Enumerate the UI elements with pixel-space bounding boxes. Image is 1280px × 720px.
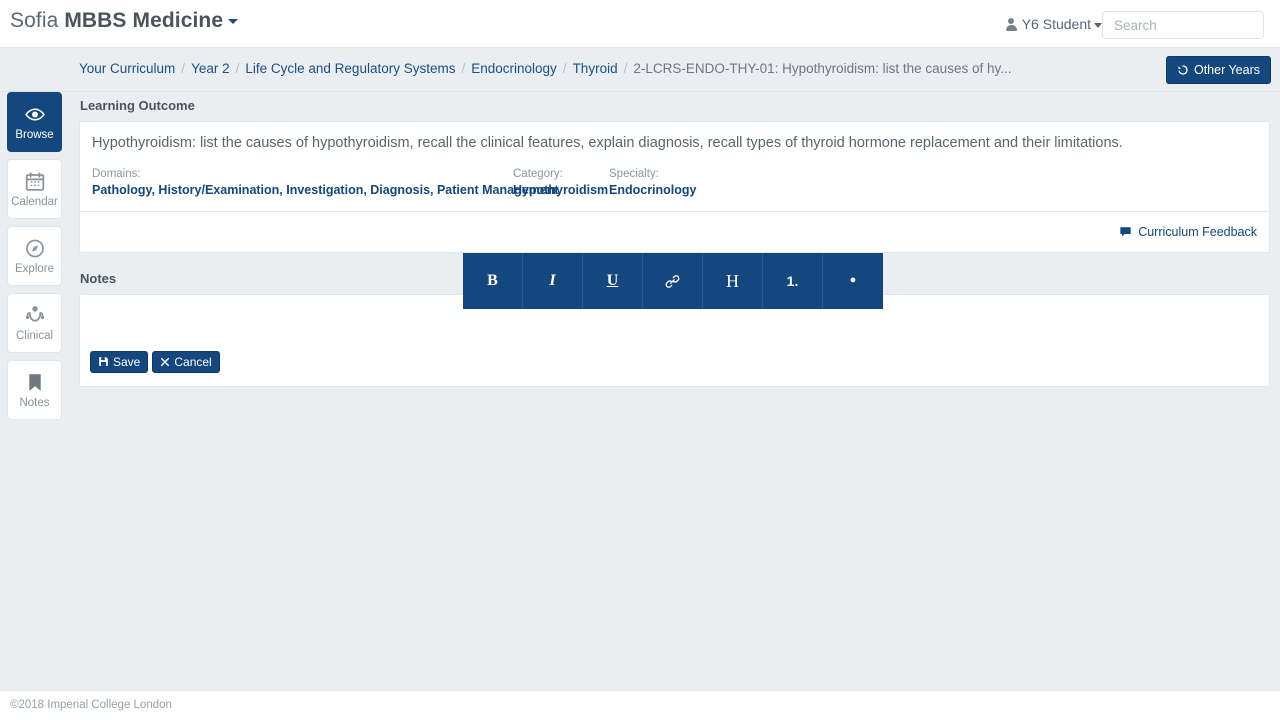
breadcrumb-item-year-2[interactable]: Year 2: [191, 61, 230, 76]
comment-icon: [1120, 227, 1131, 237]
search-input[interactable]: [1102, 11, 1264, 39]
bold-button[interactable]: B: [463, 253, 523, 309]
underline-button[interactable]: U: [583, 253, 643, 309]
heading-button[interactable]: H: [703, 253, 763, 309]
sidebar-item-label: Calendar: [11, 195, 58, 208]
editor-toolbar: B I U H 1. •: [463, 253, 883, 309]
sidebar-item-label: Browse: [15, 128, 54, 141]
sidebar-item-label: Clinical: [15, 329, 54, 342]
cancel-button[interactable]: Cancel: [152, 350, 220, 373]
learning-outcome-meta: Domains: Pathology, History/Examination,…: [92, 168, 1257, 197]
unordered-list-button[interactable]: •: [823, 253, 883, 309]
learning-outcome-card: Hypothyroidism: list the causes of hypot…: [79, 121, 1270, 253]
breadcrumb-current: 2-LCRS-ENDO-THY-01: Hypothyroidism: list…: [633, 61, 1012, 76]
breadcrumb-separator: /: [181, 61, 186, 76]
specialty-label: Specialty:: [609, 167, 659, 180]
ordered-list-button[interactable]: 1.: [763, 253, 823, 309]
eye-icon: [24, 108, 45, 120]
sidebar-item-browse[interactable]: Browse: [7, 92, 62, 152]
breadcrumb-item-life-cycle-and-regulatory-systems[interactable]: Life Cycle and Regulatory Systems: [245, 61, 455, 76]
compass-icon: [25, 239, 44, 257]
user-icon: [1005, 18, 1017, 31]
chevron-down-icon: [1094, 22, 1102, 28]
breadcrumb-separator: /: [562, 61, 567, 76]
curriculum-feedback-label: Curriculum Feedback: [1138, 224, 1257, 239]
brand-name: MBBS Medicine: [64, 9, 224, 32]
save-label: Save: [113, 354, 141, 369]
domains-value[interactable]: Pathology, History/Examination, Investig…: [92, 183, 559, 197]
user-menu[interactable]: Y6 Student: [1005, 16, 1102, 32]
sidebar-item-label: Explore: [15, 262, 54, 275]
copyright-text: ©2018 Imperial College London: [10, 699, 172, 711]
other-years-label: Other Years: [1193, 63, 1260, 77]
sidebar-item-clinical[interactable]: Clinical: [7, 293, 62, 353]
learning-outcome-text: Hypothyroidism: list the causes of hypot…: [92, 135, 1123, 151]
bookmark-icon: [28, 373, 41, 391]
cancel-label: Cancel: [174, 354, 212, 369]
learning-outcome-title: Learning Outcome: [80, 98, 195, 113]
sidebar-item-notes[interactable]: Notes: [7, 360, 62, 420]
times-icon: [161, 357, 170, 366]
breadcrumb-item-endocrinology[interactable]: Endocrinology: [471, 61, 557, 76]
domains-block: Domains: Pathology, History/Examination,…: [92, 167, 559, 197]
feedback-row: Curriculum Feedback: [92, 212, 1257, 252]
category-block: Category: Hypothyroidism: [513, 168, 609, 197]
link-button[interactable]: [643, 253, 703, 309]
brand-prefix: Sofia: [10, 9, 59, 32]
breadcrumb-separator: /: [461, 61, 466, 76]
chevron-down-icon: [228, 18, 239, 24]
domains-label: Domains:: [92, 167, 141, 180]
breadcrumb-item-thyroid[interactable]: Thyroid: [573, 61, 618, 76]
notes-actions: Save Cancel: [90, 350, 220, 373]
floppy-disk-icon: [99, 357, 108, 366]
breadcrumb: Your Curriculum / Year 2 / Life Cycle and Re…: [79, 61, 1011, 76]
calendar-icon: [25, 171, 44, 191]
save-button[interactable]: Save: [90, 350, 149, 373]
sidebar-item-label: Notes: [19, 396, 50, 409]
specialty-block: Specialty: Endocrinology: [609, 168, 709, 197]
specialty-value[interactable]: Endocrinology: [609, 183, 697, 197]
breadcrumb-bar: Your Curriculum / Year 2 / Life Cycle and Re…: [0, 48, 1280, 92]
link-icon: [665, 274, 680, 288]
history-icon: [1178, 65, 1188, 75]
breadcrumb-separator: /: [623, 61, 628, 76]
other-years-button[interactable]: Other Years: [1165, 56, 1271, 84]
main-content: Learning Outcome Hypothyroidism: list th…: [79, 98, 1270, 387]
stethoscope-icon: [25, 305, 44, 321]
category-value[interactable]: Hypothyroidism: [513, 183, 608, 197]
user-menu-label: Y6 Student: [1021, 16, 1091, 32]
top-header: Sofia MBBS Medicine Y6 Student: [0, 0, 1280, 48]
sidebar: Browse Calendar Explore Clinical Notes: [7, 92, 62, 427]
sidebar-item-calendar[interactable]: Calendar: [7, 159, 62, 219]
sidebar-item-explore[interactable]: Explore: [7, 226, 62, 286]
italic-button[interactable]: I: [523, 253, 583, 309]
footer: ©2018 Imperial College London: [0, 690, 1280, 720]
app-brand[interactable]: Sofia MBBS Medicine: [10, 9, 239, 33]
breadcrumb-separator: /: [235, 61, 240, 76]
curriculum-feedback-link[interactable]: Curriculum Feedback: [1119, 225, 1257, 239]
breadcrumb-item-your-curriculum[interactable]: Your Curriculum: [79, 61, 175, 76]
category-label: Category:: [513, 167, 563, 180]
